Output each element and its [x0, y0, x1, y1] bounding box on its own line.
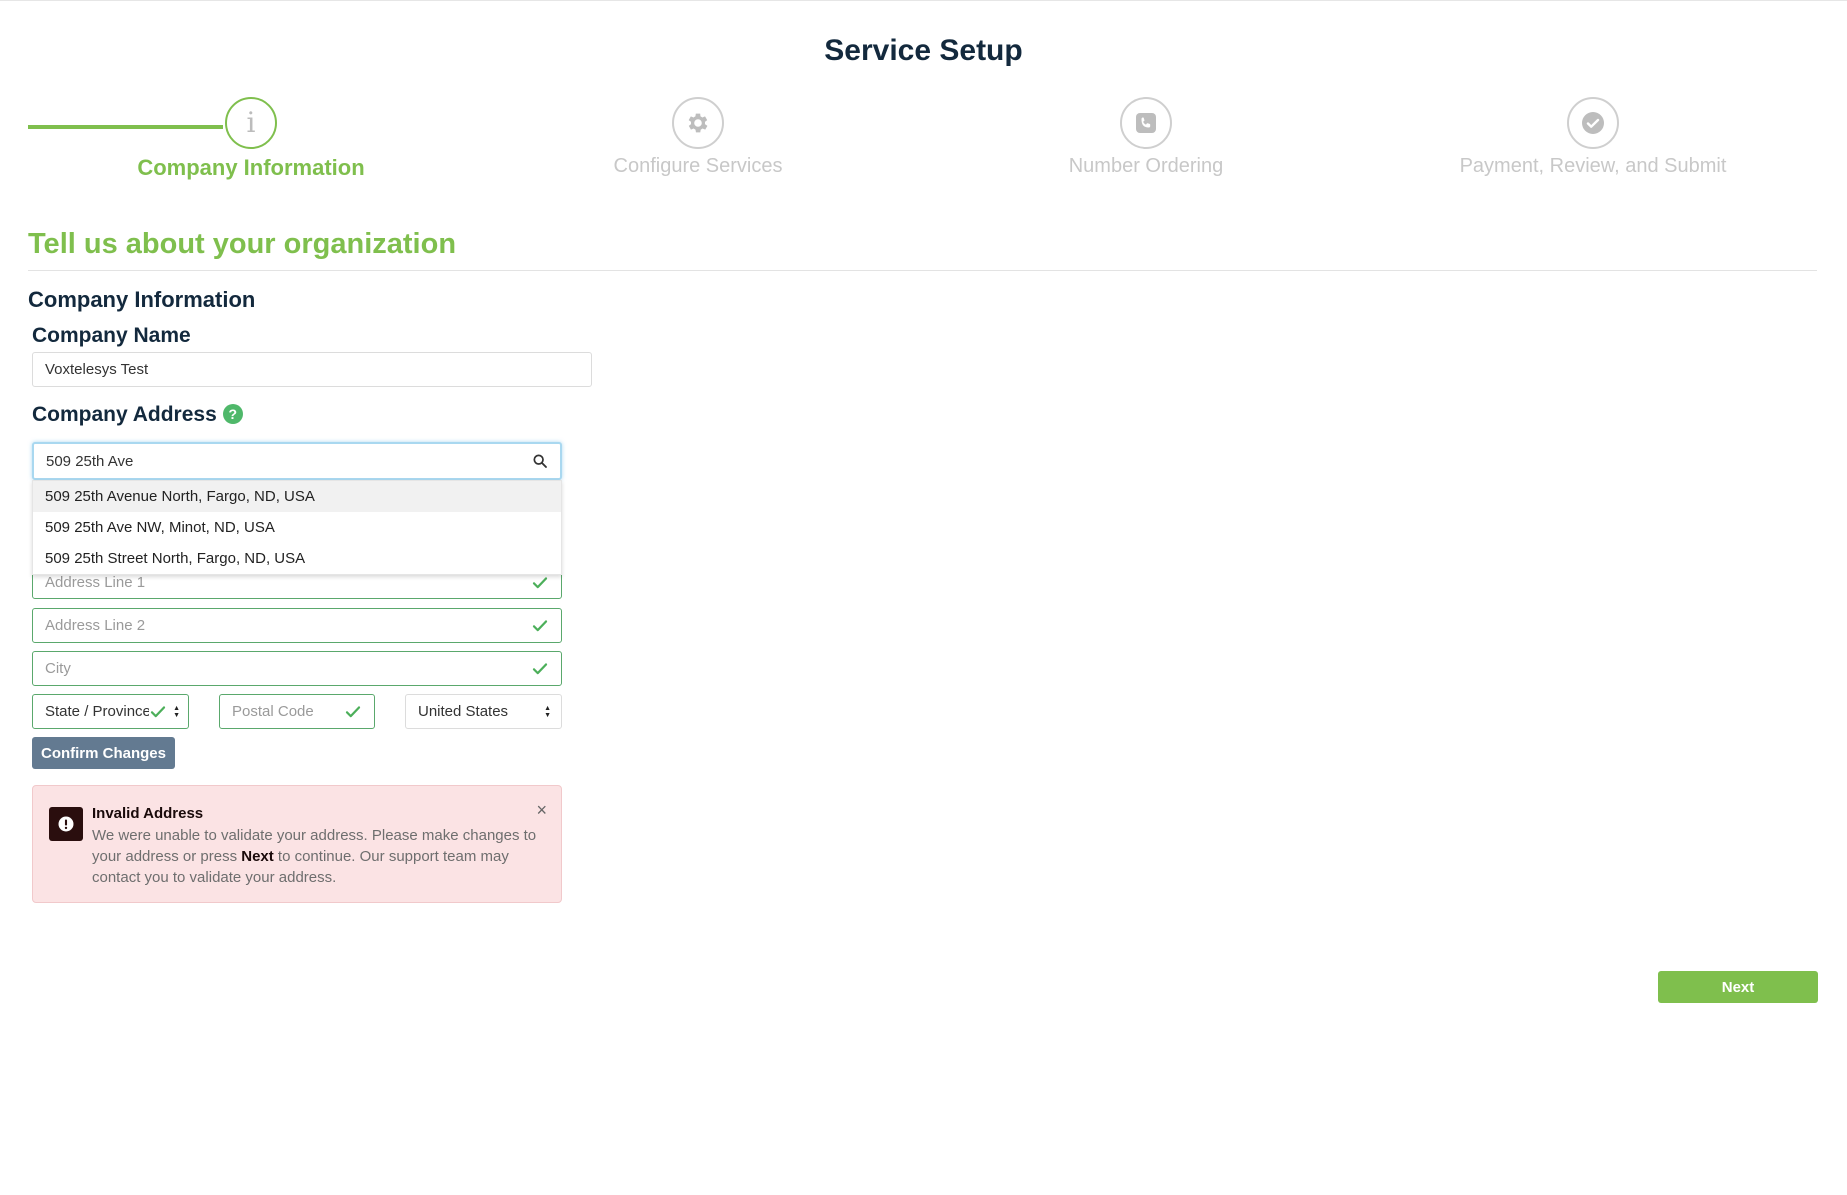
- suggestion-item[interactable]: 509 25th Avenue North, Fargo, ND, USA: [33, 481, 561, 512]
- state-placeholder: State / Province: [45, 703, 150, 720]
- section-heading: Tell us about your organization: [28, 228, 457, 260]
- suggestion-item[interactable]: 509 25th Ave NW, Minot, ND, USA: [33, 512, 561, 543]
- step-label: Payment, Review, and Submit: [1459, 155, 1727, 177]
- checkmark-icon: [532, 662, 548, 674]
- address-line2-input[interactable]: Address Line 2: [32, 608, 562, 643]
- alert-message: We were unable to validate your address.…: [92, 827, 537, 886]
- select-arrows-icon: ▲ ▼: [173, 704, 180, 719]
- postal-code-input[interactable]: Postal Code: [219, 694, 375, 729]
- help-icon[interactable]: ?: [222, 404, 243, 424]
- alert-icon: [49, 807, 83, 841]
- phone-icon: [1120, 97, 1172, 149]
- checkmark-icon: [532, 619, 548, 631]
- city-placeholder: City: [45, 660, 71, 677]
- check-circle-icon: [1567, 97, 1619, 149]
- page-title: Service Setup: [824, 34, 1023, 67]
- city-input[interactable]: City: [32, 651, 562, 686]
- invalid-address-alert: Invalid Address We were unable to valida…: [32, 785, 562, 903]
- step-label: Number Ordering: [1068, 155, 1224, 177]
- step-payment-review-submit[interactable]: Payment, Review, and Submit: [1363, 97, 1823, 178]
- country-select[interactable]: United States ▲ ▼: [405, 694, 562, 729]
- address-line1-placeholder: Address Line 1: [45, 574, 146, 591]
- select-arrows-icon: ▲ ▼: [544, 704, 551, 719]
- address-search-input[interactable]: 509 25th Ave: [32, 442, 562, 480]
- company-address-label: Company Address?: [32, 403, 243, 427]
- subsection-title: Company Information: [28, 287, 256, 312]
- address-line2-placeholder: Address Line 2: [45, 617, 146, 634]
- company-name-label: Company Name: [32, 324, 191, 347]
- search-icon[interactable]: [532, 453, 548, 469]
- checkmark-icon: [345, 705, 361, 717]
- address-suggestions-dropdown: 509 25th Avenue North, Fargo, ND, USA 50…: [32, 480, 562, 575]
- next-button[interactable]: Next: [1658, 971, 1818, 1003]
- postal-code-placeholder: Postal Code: [232, 703, 314, 720]
- step-company-information[interactable]: i Company Information: [21, 97, 481, 181]
- checkmark-icon: [532, 576, 548, 588]
- gear-icon: [672, 97, 724, 149]
- state-select[interactable]: State / Province ▲ ▼: [32, 694, 189, 729]
- step-label: Configure Services: [613, 155, 783, 177]
- checkmark-icon: [150, 705, 166, 717]
- suggestion-item[interactable]: 509 25th Street North, Fargo, ND, USA: [33, 543, 561, 574]
- step-label: Company Information: [137, 155, 365, 180]
- company-name-input[interactable]: Voxtelesys Test: [32, 352, 592, 387]
- info-icon: i: [225, 97, 277, 149]
- step-number-ordering[interactable]: Number Ordering: [916, 97, 1376, 178]
- divider: [28, 270, 1817, 271]
- address-search-value: 509 25th Ave: [46, 452, 134, 470]
- alert-title: Invalid Address: [92, 805, 204, 822]
- top-border: [0, 0, 1847, 1]
- step-configure-services[interactable]: Configure Services: [468, 97, 928, 178]
- company-address-label-text: Company Address: [32, 403, 217, 426]
- close-icon[interactable]: ×: [536, 800, 547, 821]
- country-value: United States: [418, 703, 509, 720]
- company-name-value: Voxtelesys Test: [45, 361, 149, 378]
- confirm-changes-button[interactable]: Confirm Changes: [32, 737, 175, 769]
